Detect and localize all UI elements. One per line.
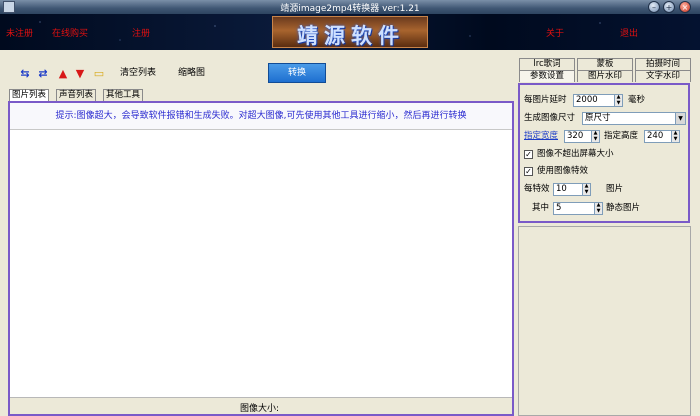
- spinner-arrows-icon[interactable]: ▲ ▼: [614, 94, 622, 106]
- toolbar: ⇆ ⇄ ▲ ▼ ▭ 清空列表 缩略图 转换: [6, 55, 516, 90]
- spinner-arrows-icon[interactable]: ▲ ▼: [671, 130, 679, 142]
- per-effect-label: 每特效: [524, 184, 550, 194]
- brand-logo: 靖源软件: [272, 16, 428, 48]
- spinner-arrows-icon[interactable]: ▲ ▼: [594, 202, 602, 214]
- add-images-icon[interactable]: ⇆: [18, 67, 32, 81]
- use-effect-checkbox[interactable]: ✓: [524, 167, 533, 176]
- size-label: 生成图像尺寸: [524, 113, 576, 123]
- open-folder-icon[interactable]: ▭: [92, 67, 106, 81]
- delay-input[interactable]: 2000 ▲ ▼: [573, 94, 623, 107]
- no-exceed-label: 图像不超出屏幕大小: [537, 149, 614, 159]
- tab-other-tools[interactable]: 其他工具: [103, 89, 144, 101]
- per-effect-input[interactable]: 10 ▲ ▼: [553, 183, 591, 196]
- title-bar: 靖源image2mp4转换器 ver:1.21 – + ×: [0, 0, 700, 14]
- close-button[interactable]: ×: [679, 1, 691, 13]
- spinner-arrows-icon[interactable]: ▲ ▼: [591, 130, 599, 142]
- window-title: 靖源image2mp4转换器 ver:1.21: [280, 4, 420, 14]
- about-link[interactable]: 关于: [546, 26, 564, 39]
- no-exceed-checkbox[interactable]: ✓: [524, 150, 533, 159]
- minimize-button[interactable]: –: [648, 1, 660, 13]
- tab-parameters[interactable]: 参数设置: [519, 70, 575, 82]
- main-area: ⇆ ⇄ ▲ ▼ ▭ 清空列表 缩略图 转换 图片列表 声音列表 其他工具 提示:…: [6, 55, 516, 416]
- among-label: 其中: [532, 203, 550, 213]
- size-select[interactable]: 原尺寸 ▼: [582, 112, 686, 125]
- height-label: 指定高度: [604, 131, 639, 141]
- status-bar: 图像大小:: [10, 397, 512, 414]
- tab-mask[interactable]: 蒙板: [577, 58, 633, 70]
- register-link[interactable]: 注册: [132, 26, 150, 39]
- tab-sound-list[interactable]: 声音列表: [56, 89, 97, 101]
- preview-panel: [518, 226, 691, 416]
- width-label[interactable]: 指定宽度: [524, 130, 558, 143]
- exit-link[interactable]: 退出: [620, 26, 638, 39]
- move-down-icon[interactable]: ▼: [73, 67, 87, 81]
- buy-online-link[interactable]: 在线购买: [52, 26, 88, 39]
- static-count-input[interactable]: 5 ▲ ▼: [553, 202, 603, 215]
- chevron-down-icon[interactable]: ▼: [675, 113, 685, 124]
- delay-unit: 毫秒: [628, 95, 646, 105]
- convert-button[interactable]: 转换: [268, 63, 326, 83]
- tab-lrc-lyrics[interactable]: lrc歌词: [519, 58, 575, 70]
- use-effect-label: 使用图像特效: [537, 166, 589, 176]
- hint-text: 提示:图像超大，会导致软件报错和生成失败。对超大图像,可先使用其他工具进行缩小，…: [10, 103, 512, 130]
- tab-shoot-time[interactable]: 拍摄时间: [635, 58, 691, 70]
- delay-label: 每图片延时: [524, 95, 567, 105]
- image-list-panel[interactable]: 提示:图像超大，会导致软件报错和生成失败。对超大图像,可先使用其他工具进行缩小，…: [8, 101, 514, 416]
- tab-text-watermark[interactable]: 文字水印: [635, 70, 691, 82]
- per-effect-unit: 图片: [606, 184, 624, 194]
- clear-list-button[interactable]: 清空列表: [120, 67, 156, 79]
- add-folder-icon[interactable]: ⇄: [36, 67, 50, 81]
- unregistered-link[interactable]: 未注册: [6, 26, 33, 39]
- thumbnail-button[interactable]: 缩略图: [178, 67, 205, 79]
- tab-image-watermark[interactable]: 图片水印: [577, 70, 633, 82]
- height-input[interactable]: 240 ▲ ▼: [644, 130, 680, 143]
- static-label: 静态图片: [606, 203, 641, 213]
- banner: 未注册 在线购买 注册 靖源软件 关于 退出: [0, 14, 700, 50]
- maximize-button[interactable]: +: [663, 1, 675, 13]
- move-up-icon[interactable]: ▲: [56, 67, 70, 81]
- image-size-label: 图像大小:: [240, 404, 280, 414]
- width-input[interactable]: 320 ▲ ▼: [564, 130, 600, 143]
- settings-sidebar: lrc歌词 蒙板 拍摄时间 参数设置 图片水印 文字水印 每图片延时 2000 …: [517, 58, 693, 416]
- spinner-arrows-icon[interactable]: ▲ ▼: [582, 183, 590, 195]
- parameters-panel: 每图片延时 2000 ▲ ▼ 毫秒 生成图像尺寸 原尺寸 ▼ 指定宽度 320 ▲…: [518, 83, 690, 223]
